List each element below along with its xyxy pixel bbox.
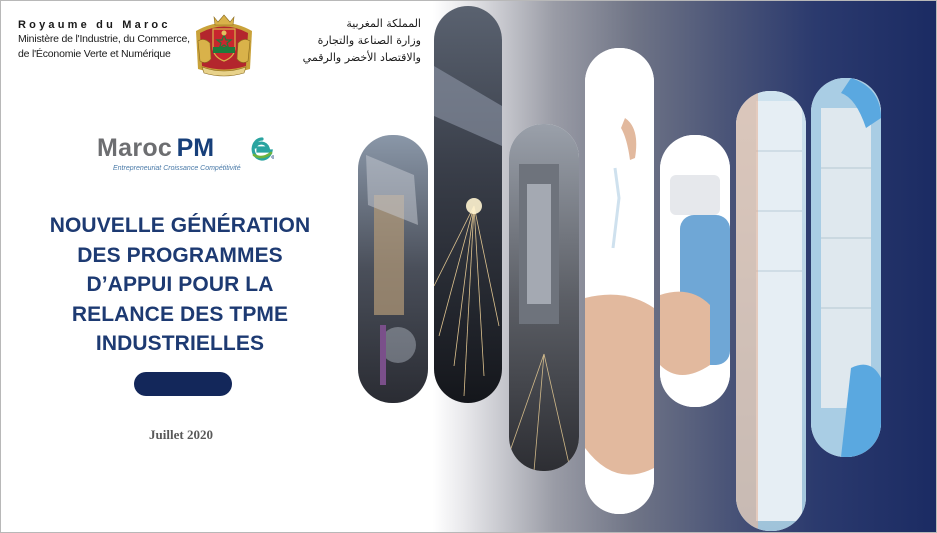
presentation-date: Juillet 2020 [149,427,213,442]
gloved-hands-mask-photo [811,78,881,457]
maroc-pme-logo: Maroc PM Entrepreneuriat Croissance Comp… [97,133,297,183]
machinery-photo [509,124,579,471]
ministry-header-french: Royaume du Maroc Ministère de l'Industri… [18,18,190,62]
coat-of-arms-icon [196,14,252,77]
face-mask-photo [736,91,806,531]
title-line: RELANCE DES TPME [71,302,289,326]
logo-e-swoosh-icon [251,137,274,161]
title-line: DES PROGRAMMES [77,243,283,267]
ministry-name-line1: Ministère de l'Industrie, du Commerce, [18,33,190,45]
ministry-name-arabic-line2: والاقتصاد الأخضر والرقمي [302,51,421,64]
logo-word-maroc: Maroc [97,134,173,162]
industrial-worker-photo [358,135,428,403]
kingdom-name-arabic: المملكة المغربية [346,17,421,30]
photo-strip-6 [736,91,806,531]
title-line: D’APPUI POUR LA [86,273,274,296]
photo-strip-2 [434,6,502,403]
welding-sparks-photo [434,6,502,403]
ministry-name-line2: de l'Économie Verte et Numérique [18,48,171,60]
slide: Royaume du Maroc Ministère de l'Industri… [0,0,937,533]
photo-strip-3 [509,124,579,471]
title-line: NOUVELLE GÉNÉRATION [49,214,311,237]
presentation-title: NOUVELLE GÉNÉRATION DES PROGRAMMES D’APP… [25,211,335,359]
hand-sanitizer-photo [585,48,654,514]
ministry-header-arabic: المملكة المغربية وزارة الصناعة والتجارة … [263,15,421,66]
kingdom-name: Royaume du Maroc [18,19,171,31]
logo-tagline: Entrepreneuriat Croissance Compétitivité [113,165,241,172]
photo-strip-5 [660,135,730,407]
logo-word-pme: PM [176,134,215,162]
photo-strip-1 [358,135,428,403]
ministry-name-arabic-line1: وزارة الصناعة والتجارة [317,34,421,47]
photo-strip-4 [585,48,654,514]
title-line: INDUSTRIELLES [95,332,265,355]
decorative-pill-bar [134,372,232,396]
sanitizer-bottle-photo [660,135,730,407]
photo-strip-7 [811,78,881,457]
